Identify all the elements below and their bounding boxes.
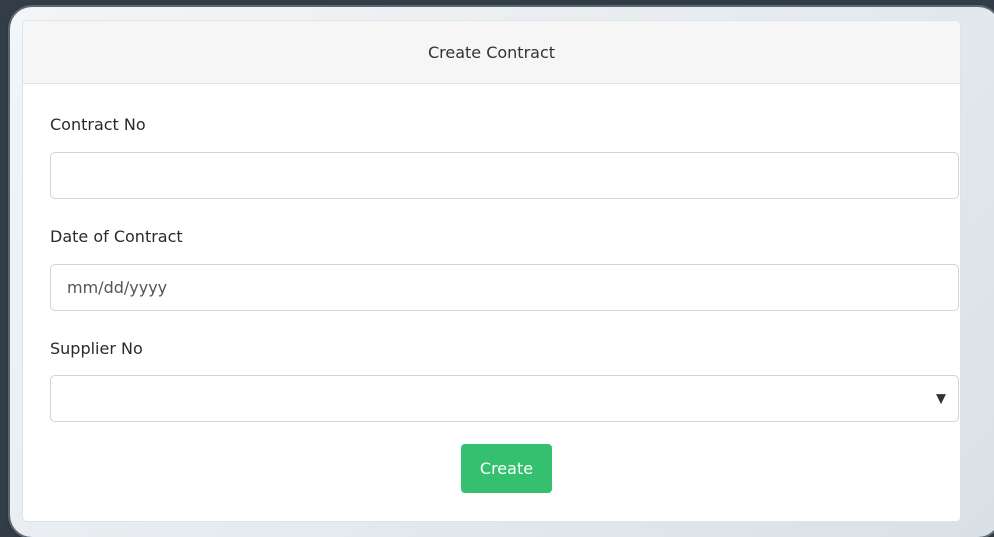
card-header: Create Contract xyxy=(23,21,960,84)
date-placeholder: mm/dd/yyyy xyxy=(67,278,168,297)
contract-no-label: Contract No xyxy=(50,115,146,134)
create-contract-card: Create Contract Contract No Date of Cont… xyxy=(22,20,961,522)
date-of-contract-input[interactable]: mm/dd/yyyy xyxy=(50,264,959,311)
contract-no-input[interactable] xyxy=(50,152,959,199)
chevron-down-icon: ▼ xyxy=(936,391,946,406)
date-of-contract-label: Date of Contract xyxy=(50,227,183,246)
supplier-no-select[interactable]: ▼ xyxy=(50,375,959,422)
form-title: Create Contract xyxy=(427,42,556,62)
supplier-no-label: Supplier No xyxy=(50,339,143,358)
create-button[interactable]: Create xyxy=(461,444,552,493)
